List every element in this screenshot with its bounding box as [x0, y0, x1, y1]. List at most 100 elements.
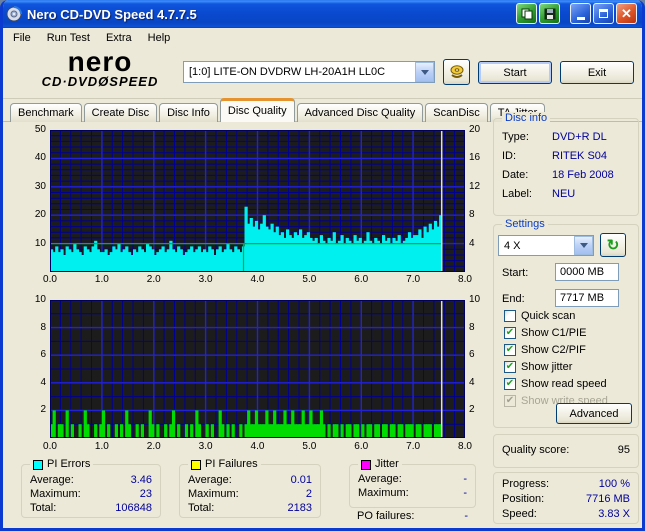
menu-bar: File Run Test Extra Help	[3, 28, 642, 47]
x-axis-tick: 7.0	[406, 274, 421, 285]
y-axis-right-tick: 10	[469, 294, 481, 305]
settings-title: Settings	[502, 218, 548, 231]
disc-label-value: NEU	[552, 188, 576, 200]
x-axis-tick: 1.0	[94, 274, 109, 285]
jitter-maximum-value: -	[463, 487, 467, 499]
disc-type-label: Type:	[502, 131, 529, 143]
x-axis-tick: 0.0	[43, 274, 57, 285]
copy-button[interactable]	[516, 3, 537, 24]
tab-disc-quality[interactable]: Disc Quality	[219, 98, 295, 122]
speed-value: 3.83 X	[598, 508, 630, 520]
pif-average-label: Average:	[188, 474, 232, 486]
pi-failures-title: PI Failures	[205, 458, 258, 470]
menu-help[interactable]: Help	[140, 30, 179, 46]
po-failures-row: PO failures: -	[357, 510, 468, 522]
quick-scan-checkbox[interactable]	[504, 310, 516, 322]
tab-benchmark[interactable]: Benchmark	[10, 103, 82, 122]
pie-total-value: 106848	[115, 502, 152, 514]
x-axis-tick: 3.0	[198, 441, 213, 452]
title-bar[interactable]: Nero CD-DVD Speed 4.7.7.5 ✕	[3, 0, 642, 28]
y-axis-right-tick: 20	[469, 124, 481, 135]
settings-panel: Settings 4 X ↻ Start: 0000 MB End: 7717 …	[493, 218, 639, 428]
position-value: 7716 MB	[585, 493, 630, 505]
refresh-disc-button[interactable]: ↻	[600, 233, 626, 257]
show-jitter-checkbox[interactable]	[504, 361, 516, 373]
end-position-input[interactable]: 7717 MB	[555, 289, 619, 307]
checkbox-row-quick-scan[interactable]: Quick scan	[504, 309, 575, 323]
quality-score-value: 95	[617, 444, 630, 456]
show-read-speed-label: Show read speed	[521, 378, 607, 390]
po-failures-value: -	[464, 510, 468, 522]
y-axis-right-tick: 2	[469, 404, 475, 416]
jitter-title: Jitter	[375, 458, 399, 470]
y-axis-left-tick: 20	[34, 209, 46, 221]
speed-select-value: 4 X	[504, 239, 521, 252]
checkbox-row-show-c2-pif[interactable]: Show C2/PIF	[504, 343, 586, 357]
checkbox-row-show-read-speed[interactable]: Show read speed	[504, 377, 607, 391]
show-c1-pie-checkbox[interactable]	[504, 327, 516, 339]
pi-failures-panel: PI Failures Average: 0.01 Maximum: 2 Tot…	[179, 458, 321, 518]
pif-average-value: 0.01	[290, 474, 312, 486]
y-axis-right-tick: 4	[469, 237, 475, 249]
x-axis-tick: 4.0	[250, 274, 265, 285]
tab-create-disc[interactable]: Create Disc	[83, 103, 158, 122]
minimize-button[interactable]	[570, 3, 591, 24]
x-axis-tick: 2.0	[146, 274, 161, 285]
save-button[interactable]	[539, 3, 560, 24]
tab-disc-info[interactable]: Disc Info	[159, 103, 218, 122]
show-c2-pif-label: Show C2/PIF	[521, 344, 586, 356]
chevron-down-icon	[579, 243, 588, 248]
disc-date-value: 18 Feb 2008	[552, 169, 614, 181]
x-axis-tick: 5.0	[302, 274, 317, 285]
change-disc-button[interactable]	[443, 59, 470, 85]
menu-run-test[interactable]: Run Test	[39, 30, 98, 46]
pie-maximum-value: 23	[139, 488, 152, 500]
checkbox-row-show-jitter[interactable]: Show jitter	[504, 360, 572, 374]
y-axis-right-tick: 8	[469, 209, 475, 221]
refresh-icon: ↻	[606, 236, 620, 254]
advanced-button[interactable]: Advanced	[556, 403, 632, 424]
speed-select-arrow-button[interactable]	[574, 236, 593, 255]
nero-logo: nero CD·DVDØSPEED	[21, 48, 179, 89]
pi-errors-legend-swatch	[33, 459, 43, 470]
start-position-input[interactable]: 0000 MB	[555, 263, 619, 281]
menu-extra[interactable]: Extra	[98, 30, 140, 46]
close-button[interactable]: ✕	[616, 3, 637, 24]
x-axis-tick: 7.0	[406, 441, 421, 452]
window-title: Nero CD-DVD Speed 4.7.7.5	[27, 6, 197, 22]
x-axis-tick: 5.0	[302, 441, 317, 452]
tab-advanced-disc-quality[interactable]: Advanced Disc Quality	[296, 103, 424, 122]
po-failures-label: PO failures:	[357, 510, 415, 522]
maximize-button[interactable]	[593, 3, 614, 24]
disc-info-title: Disc info	[502, 112, 551, 125]
menu-file[interactable]: File	[5, 30, 39, 46]
app-window: Nero CD-DVD Speed 4.7.7.5 ✕ File Run Tes…	[0, 0, 645, 531]
x-axis-tick: 3.0	[198, 274, 213, 285]
show-read-speed-checkbox[interactable]	[504, 378, 516, 390]
copy-icon	[521, 8, 532, 19]
drive-select[interactable]: [1:0] LITE-ON DVDRW LH-20A1H LL0C	[183, 61, 435, 83]
y-axis-left-tick: 8	[40, 321, 46, 333]
disc-label-label: Label:	[502, 188, 532, 200]
x-axis-tick: 2.0	[146, 441, 161, 452]
y-axis-left-tick: 30	[34, 180, 46, 192]
disc-hand-icon	[450, 65, 463, 78]
jitter-maximum-label: Maximum:	[358, 487, 409, 499]
pie-average-value: 3.46	[130, 474, 152, 486]
progress-value: 100 %	[598, 478, 630, 490]
checkbox-row-show-c1-pie[interactable]: Show C1/PIE	[504, 326, 586, 340]
drive-select-arrow-button[interactable]	[415, 62, 434, 82]
tab-scandisc[interactable]: ScanDisc	[425, 103, 488, 122]
pif-total-value: 2183	[287, 502, 312, 514]
exit-button[interactable]: Exit	[560, 61, 634, 84]
pi-errors-title: PI Errors	[47, 458, 91, 470]
progress-panel: Progress: 100 % Position: 7716 MB Speed:…	[493, 472, 639, 524]
jitter-average-value: -	[463, 473, 467, 485]
y-axis-left-tick: 50	[34, 124, 46, 135]
x-axis-tick: 1.0	[94, 441, 109, 452]
show-c2-pif-checkbox[interactable]	[504, 344, 516, 356]
y-axis-right-tick: 12	[469, 180, 481, 192]
start-button[interactable]: Start	[478, 61, 552, 84]
speed-select[interactable]: 4 X	[498, 235, 594, 256]
jitter-legend-swatch	[361, 459, 371, 470]
